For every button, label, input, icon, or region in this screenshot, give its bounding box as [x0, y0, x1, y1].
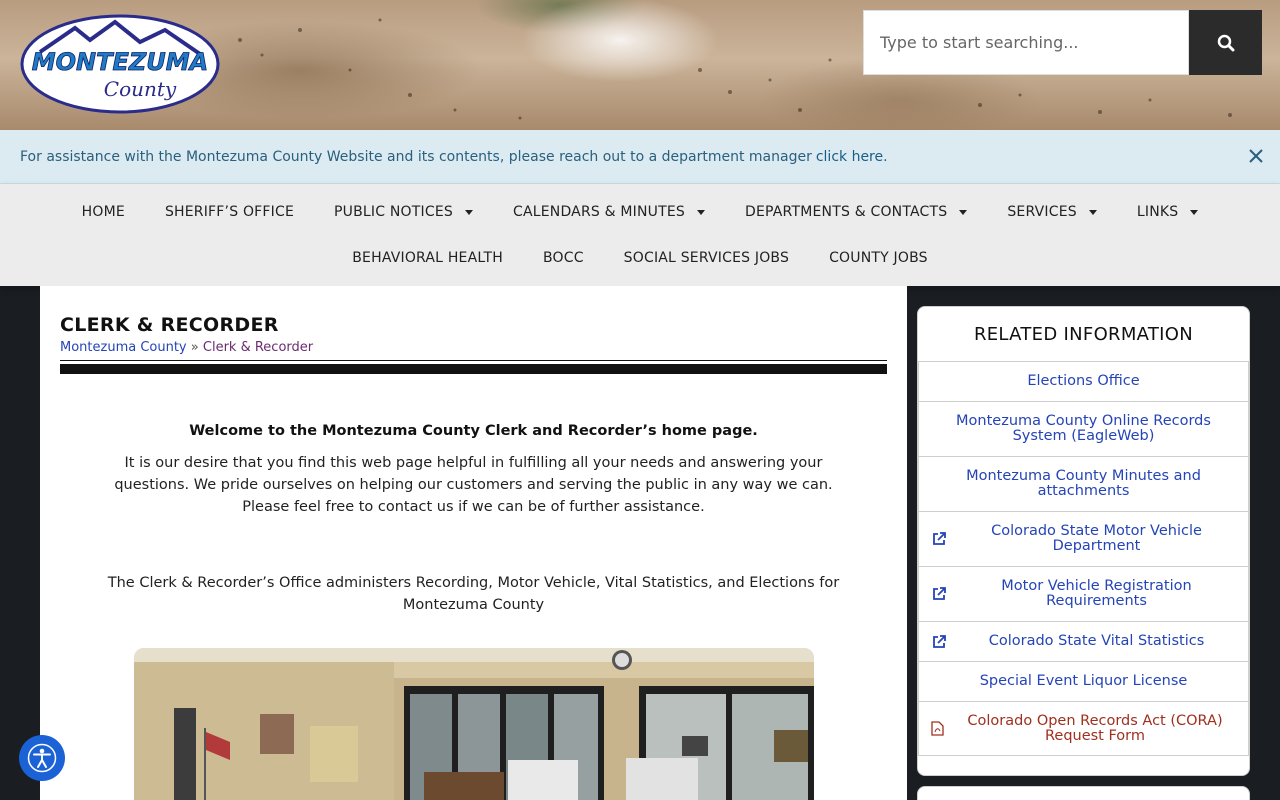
breadcrumb-current: Clerk & Recorder: [202, 340, 314, 355]
nav-item-links[interactable]: LINKS: [1117, 204, 1218, 220]
external-link-icon: [931, 531, 947, 547]
divider: [60, 360, 887, 361]
related-information-panel: RELATED INFORMATION Elections Office Mont…: [917, 306, 1250, 776]
nav-item-behavioral-health[interactable]: BEHAVIORAL HEALTH: [332, 250, 523, 266]
related-link-label: Colorado State Motor Vehicle Department: [991, 523, 1202, 554]
caret-down-icon: [959, 209, 968, 215]
divider-thick: [60, 364, 887, 374]
breadcrumb-home[interactable]: Montezuma County: [60, 340, 187, 355]
nav-item-label: DEPARTMENTS & CONTACTS: [745, 204, 948, 220]
related-link-label: Motor Vehicle Registration Requirements: [1001, 578, 1192, 609]
accessibility-button[interactable]: [19, 735, 65, 781]
external-link-icon: [931, 586, 947, 602]
pdf-icon: [931, 721, 944, 736]
search-button[interactable]: [1189, 10, 1262, 75]
notice-link[interactable]: click here.: [816, 149, 888, 165]
nav-row-secondary: BEHAVIORAL HEALTH BOCC SOCIAL SERVICES JOB…: [0, 235, 1280, 281]
montezuma-county-logo[interactable]: MONTEZUMA County: [20, 14, 220, 114]
related-link-label: Colorado Open Records Act (CORA) Request…: [967, 712, 1223, 744]
related-link-item[interactable]: Montezuma County Minutes and attachments: [918, 456, 1249, 511]
related-link-item[interactable]: Colorado State Motor Vehicle Department: [918, 511, 1249, 566]
nav-item-label: SOCIAL SERVICES JOBS: [623, 250, 790, 266]
nav-item-county-jobs[interactable]: COUNTY JOBS: [809, 250, 948, 266]
caret-down-icon: [1088, 209, 1097, 215]
related-link-item[interactable]: Motor Vehicle Registration Requirements: [918, 566, 1249, 621]
header-banner: MONTEZUMA County: [0, 0, 1280, 130]
nav-item-services[interactable]: SERVICES: [987, 204, 1117, 220]
nav-row-primary: HOME SHERIFF’S OFFICE PUBLIC NOTICES CALEND…: [0, 189, 1280, 235]
caret-down-icon: [1190, 209, 1199, 215]
search-icon: [1217, 34, 1234, 51]
nav-item-home[interactable]: HOME: [62, 204, 145, 220]
nav-item-departments-contacts[interactable]: DEPARTMENTS & CONTACTS: [725, 204, 987, 220]
external-link-icon: [931, 634, 947, 650]
nav-item-label: BOCC: [542, 250, 584, 266]
search-input[interactable]: [863, 10, 1189, 75]
intro-paragraph: It is our desire that you find this web …: [114, 455, 833, 515]
related-link-label: Montezuma County Online Records System (…: [956, 413, 1211, 444]
nav-item-label: BEHAVIORAL HEALTH: [352, 250, 503, 266]
related-link-label: Colorado State Vital Statistics: [988, 633, 1205, 649]
logo-text: MONTEZUMA: [32, 48, 208, 76]
logo-sub: County: [104, 77, 177, 101]
related-link-item[interactable]: Elections Office: [918, 361, 1249, 401]
admin-paragraph: The Clerk & Recorder’s Office administer…: [107, 575, 840, 613]
nav-item-label: SHERIFF’S OFFICE: [164, 204, 295, 220]
search-bar: [863, 10, 1262, 75]
related-link-item[interactable]: Colorado State Vital Statistics: [918, 621, 1249, 661]
related-link-label: Montezuma County Minutes and attachments: [966, 468, 1201, 499]
secondary-panel: [917, 786, 1250, 800]
related-link-item[interactable]: Montezuma County Online Records System (…: [918, 401, 1249, 456]
main-content: CLERK & RECORDER Montezuma County » Cler…: [40, 286, 907, 800]
nav-item-public-notices[interactable]: PUBLIC NOTICES: [314, 204, 493, 220]
nav-item-calendars-minutes[interactable]: CALENDARS & MINUTES: [493, 204, 725, 220]
nav-item-label: SERVICES: [1007, 204, 1077, 220]
caret-down-icon: [464, 209, 473, 215]
nav-item-label: PUBLIC NOTICES: [334, 204, 453, 220]
close-icon[interactable]: [1246, 146, 1266, 166]
nav-item-label: HOME: [81, 204, 125, 220]
nav-item-bocc[interactable]: BOCC: [523, 250, 604, 266]
related-link-label: Elections Office: [1027, 373, 1140, 389]
main-navigation: HOME SHERIFF’S OFFICE PUBLIC NOTICES CALEND…: [0, 184, 1280, 286]
page-title: CLERK & RECORDER: [60, 314, 279, 336]
related-links: Elections Office Montezuma County Online …: [918, 361, 1249, 756]
nav-item-label: CALENDARS & MINUTES: [512, 204, 685, 220]
nav-item-label: LINKS: [1136, 204, 1179, 220]
office-photo: [134, 648, 814, 800]
related-link-label: Special Event Liquor License: [979, 673, 1188, 689]
sidebar-title: RELATED INFORMATION: [973, 323, 1194, 345]
nav-item-label: COUNTY JOBS: [829, 250, 928, 266]
nav-item-sheriff-s-office[interactable]: SHERIFF’S OFFICE: [145, 204, 314, 220]
breadcrumb: Montezuma County » Clerk & Recorder: [60, 340, 313, 355]
nav-item-social-services-jobs[interactable]: SOCIAL SERVICES JOBS: [604, 250, 809, 266]
accessibility-icon: [27, 743, 57, 773]
notice-text: For assistance with the Montezuma County…: [20, 148, 812, 165]
welcome-heading: Welcome to the Montezuma County Clerk an…: [189, 423, 758, 439]
related-link-item[interactable]: Colorado Open Records Act (CORA) Request…: [918, 701, 1249, 756]
breadcrumb-separator: »: [190, 340, 199, 355]
related-link-item[interactable]: Special Event Liquor License: [918, 661, 1249, 701]
caret-down-icon: [697, 209, 705, 215]
notice-bar: For assistance with the Montezuma County…: [0, 130, 1280, 184]
